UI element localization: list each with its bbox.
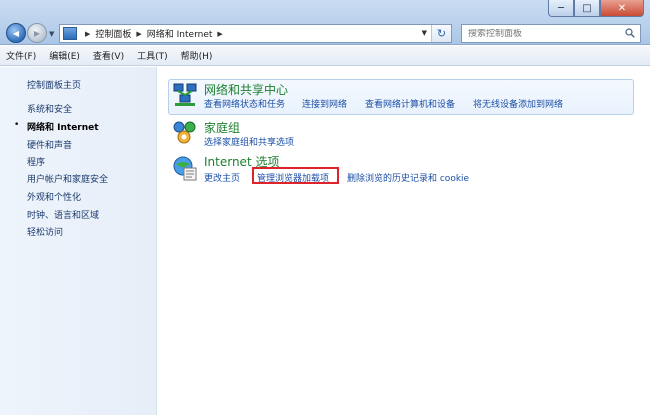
- refresh-button[interactable]: ↻: [431, 25, 451, 42]
- link-delete-browsing-history[interactable]: 删除浏览的历史记录和 cookie: [347, 171, 469, 184]
- main-content: 网络和共享中心 查看网络状态和任务 连接到网络 查看网络计算机和设备 将无线设备…: [158, 67, 650, 415]
- search-icon[interactable]: [625, 28, 635, 38]
- menu-edit[interactable]: 编辑(E): [49, 49, 80, 62]
- title-bar: ─ □ ✕ ◀ ▶ ▼ ▶ 控制面板 ▶ 网络和 Internet ▶ ▼ ↻: [0, 0, 650, 45]
- address-bar[interactable]: ▶ 控制面板 ▶ 网络和 Internet ▶ ▼ ↻: [59, 24, 452, 43]
- link-change-homepage[interactable]: 更改主页: [204, 171, 240, 184]
- maximize-button[interactable]: □: [574, 0, 600, 17]
- sidebar-item-appearance[interactable]: 外观和个性化: [27, 190, 81, 203]
- breadcrumb-control-panel[interactable]: 控制面板: [95, 27, 131, 40]
- back-button[interactable]: ◀: [6, 23, 26, 43]
- internet-options-icon[interactable]: [172, 155, 198, 181]
- link-view-network-status[interactable]: 查看网络状态和任务: [204, 97, 285, 110]
- recent-pages-dropdown[interactable]: ▼: [49, 30, 54, 38]
- sidebar-item-system-security[interactable]: 系统和安全: [27, 102, 72, 115]
- window-controls: ─ □ ✕: [548, 0, 644, 17]
- close-button[interactable]: ✕: [600, 0, 644, 17]
- sidebar: 控制面板主页 系统和安全 • 网络和 Internet 硬件和声音 程序 用户帐…: [0, 67, 157, 415]
- refresh-icon: ↻: [436, 27, 447, 40]
- sidebar-item-hardware-sound[interactable]: 硬件和声音: [27, 138, 72, 151]
- link-choose-homegroup-options[interactable]: 选择家庭组和共享选项: [204, 135, 294, 148]
- sidebar-item-user-accounts[interactable]: 用户帐户和家庭安全: [27, 172, 108, 185]
- menu-view[interactable]: 查看(V): [93, 49, 124, 62]
- homegroup-icon[interactable]: [172, 119, 198, 145]
- menu-tools[interactable]: 工具(T): [137, 49, 168, 62]
- highlight-annotation: [252, 167, 339, 184]
- sidebar-item-ease-of-access[interactable]: 轻松访问: [27, 225, 63, 238]
- chevron-down-icon[interactable]: ▼: [422, 29, 427, 37]
- arrow-left-icon: ◀: [12, 28, 20, 38]
- link-add-wireless-device[interactable]: 将无线设备添加到网络: [473, 97, 563, 110]
- link-view-network-computers[interactable]: 查看网络计算机和设备: [365, 97, 455, 110]
- sidebar-item-network-internet: 网络和 Internet: [27, 123, 99, 133]
- breadcrumb-network-internet[interactable]: 网络和 Internet: [147, 27, 213, 40]
- chevron-right-icon[interactable]: ▶: [217, 30, 222, 38]
- menu-file[interactable]: 文件(F): [6, 49, 36, 62]
- search-input[interactable]: [468, 28, 618, 39]
- network-sharing-icon[interactable]: [172, 81, 198, 107]
- current-item-bullet: •: [14, 120, 20, 130]
- menu-bar: 文件(F) 编辑(E) 查看(V) 工具(T) 帮助(H): [0, 46, 650, 66]
- network-sharing-title[interactable]: 网络和共享中心: [204, 81, 288, 98]
- sidebar-item-clock-language-region[interactable]: 时钟、语言和区域: [27, 208, 99, 221]
- menu-help[interactable]: 帮助(H): [181, 49, 213, 62]
- chevron-right-icon[interactable]: ▶: [85, 30, 90, 38]
- sidebar-item-programs[interactable]: 程序: [27, 155, 45, 168]
- homegroup-title[interactable]: 家庭组: [204, 119, 240, 136]
- search-box[interactable]: [461, 24, 641, 43]
- arrow-right-icon: ▶: [33, 28, 41, 38]
- forward-button[interactable]: ▶: [27, 23, 47, 43]
- chevron-right-icon[interactable]: ▶: [136, 30, 141, 38]
- sidebar-item-control-panel-home[interactable]: 控制面板主页: [27, 78, 81, 91]
- minimize-button[interactable]: ─: [548, 0, 574, 17]
- link-connect-to-network[interactable]: 连接到网络: [302, 97, 347, 110]
- control-panel-icon: [63, 27, 77, 40]
